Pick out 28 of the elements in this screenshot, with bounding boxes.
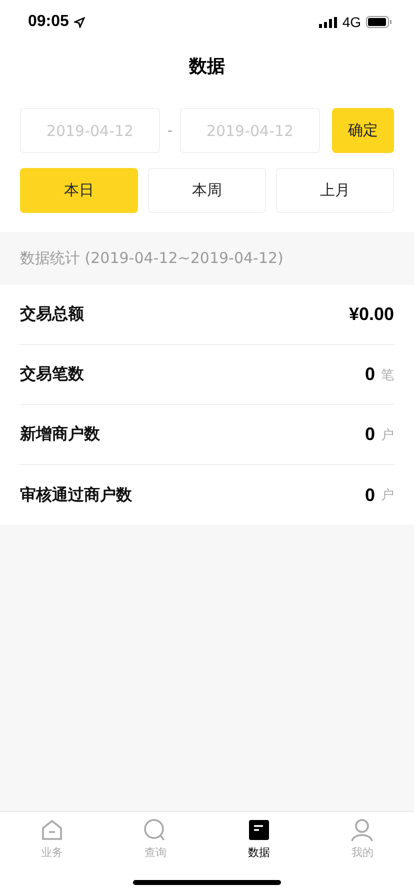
- document-icon: [246, 818, 271, 842]
- stat-label: 新增商户数: [20, 424, 101, 445]
- stat-value: ¥0.00: [348, 304, 394, 325]
- battery-icon: [366, 16, 392, 28]
- search-icon: [143, 818, 168, 842]
- stat-unit: 户: [381, 487, 394, 504]
- network-label: 4G: [342, 14, 361, 30]
- stat-unit: 笔: [381, 366, 394, 384]
- summary-header: 数据统计 (2019-04-12~2019-04-12): [20, 249, 284, 268]
- stat-label: 交易总额: [20, 304, 85, 325]
- location-arrow-icon: [74, 16, 85, 28]
- stat-value: 0: [364, 364, 375, 385]
- stat-value: 0: [364, 484, 375, 506]
- period-tab[interactable]: 本周: [148, 168, 266, 213]
- stat-label: 审核通过商户数: [20, 484, 133, 506]
- tab-bar-item[interactable]: 数据: [207, 818, 310, 868]
- person-icon: [350, 818, 374, 842]
- period-tab[interactable]: 本日: [20, 168, 138, 213]
- period-tab[interactable]: 上月: [276, 168, 394, 213]
- stat-unit: 户: [381, 426, 394, 444]
- stat-value: 0: [364, 424, 375, 445]
- date-separator: -: [166, 122, 174, 138]
- page-title: 数据: [189, 55, 225, 78]
- confirm-button[interactable]: 确定: [332, 108, 394, 153]
- house-icon: [40, 818, 64, 842]
- signal-icon: [319, 16, 338, 28]
- status-time: 09:05: [28, 13, 69, 31]
- stat-label: 交易笔数: [20, 364, 85, 385]
